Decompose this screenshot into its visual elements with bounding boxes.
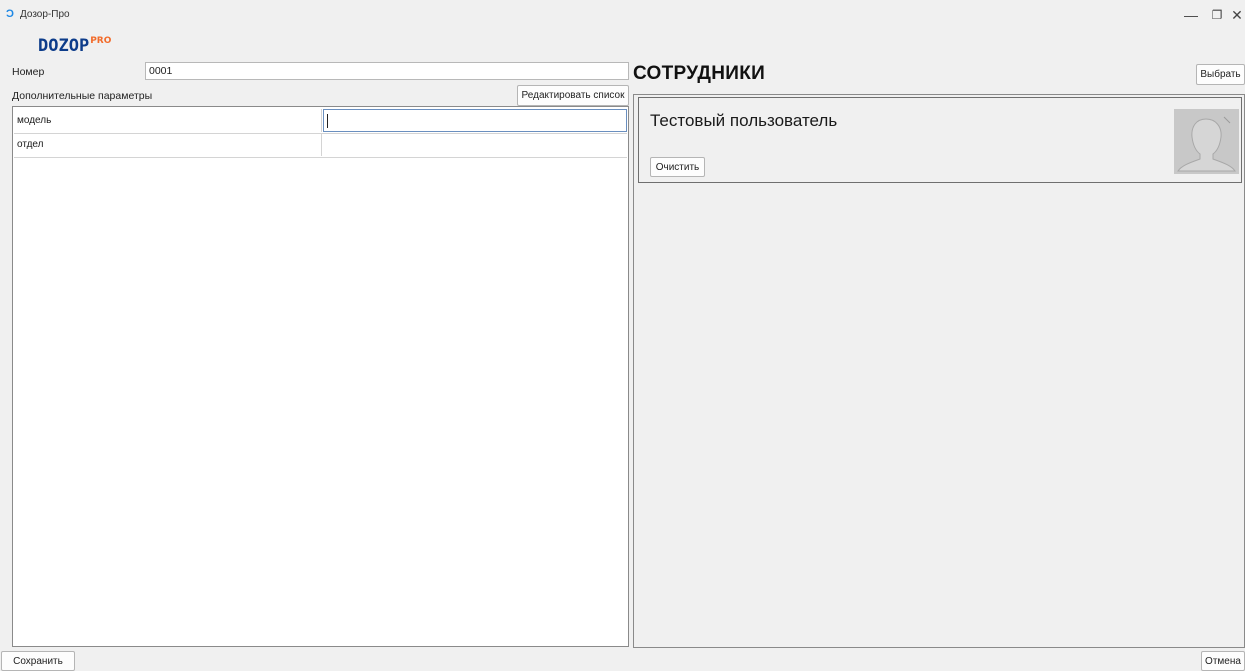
avatar [1174,109,1239,174]
param-key-department: отдел [14,133,322,156]
number-input[interactable]: 0001 [145,62,629,80]
number-label: Номер [12,66,45,78]
employees-panel: Тестовый пользователь Очистить [633,94,1245,648]
select-button[interactable]: Выбрать [1196,64,1245,85]
table-row: модель [14,109,627,134]
clear-button[interactable]: Очистить [650,157,705,177]
text-caret [327,114,328,128]
param-value-model[interactable] [323,109,627,132]
title-bar: Ͻ Дозор-Про — ❐ ✕ [0,0,1245,30]
employees-heading: СОТРУДНИКИ [633,63,766,84]
param-key-model: модель [14,109,322,132]
close-icon[interactable]: ✕ [1222,5,1245,25]
param-value-department[interactable] [323,133,627,156]
params-table: модель отдел [12,106,629,647]
edit-list-button[interactable]: Редактировать список [517,85,629,106]
employee-name: Тестовый пользователь [650,111,838,130]
extra-params-label: Дополнительные параметры [12,90,153,102]
logo-pro-text: PRO [90,36,112,46]
avatar-placeholder-icon [1174,109,1239,174]
logo-text: DOZOP [38,36,90,56]
table-row: отдел [14,133,627,158]
employee-card: Тестовый пользователь Очистить [638,97,1242,183]
cancel-button[interactable]: Отмена [1201,651,1245,671]
brand-logo: DOZOP PRO [38,34,112,56]
save-button[interactable]: Сохранить [1,651,75,671]
window-title: Дозор-Про [20,9,70,20]
app-logo-icon: Ͻ [6,8,14,20]
